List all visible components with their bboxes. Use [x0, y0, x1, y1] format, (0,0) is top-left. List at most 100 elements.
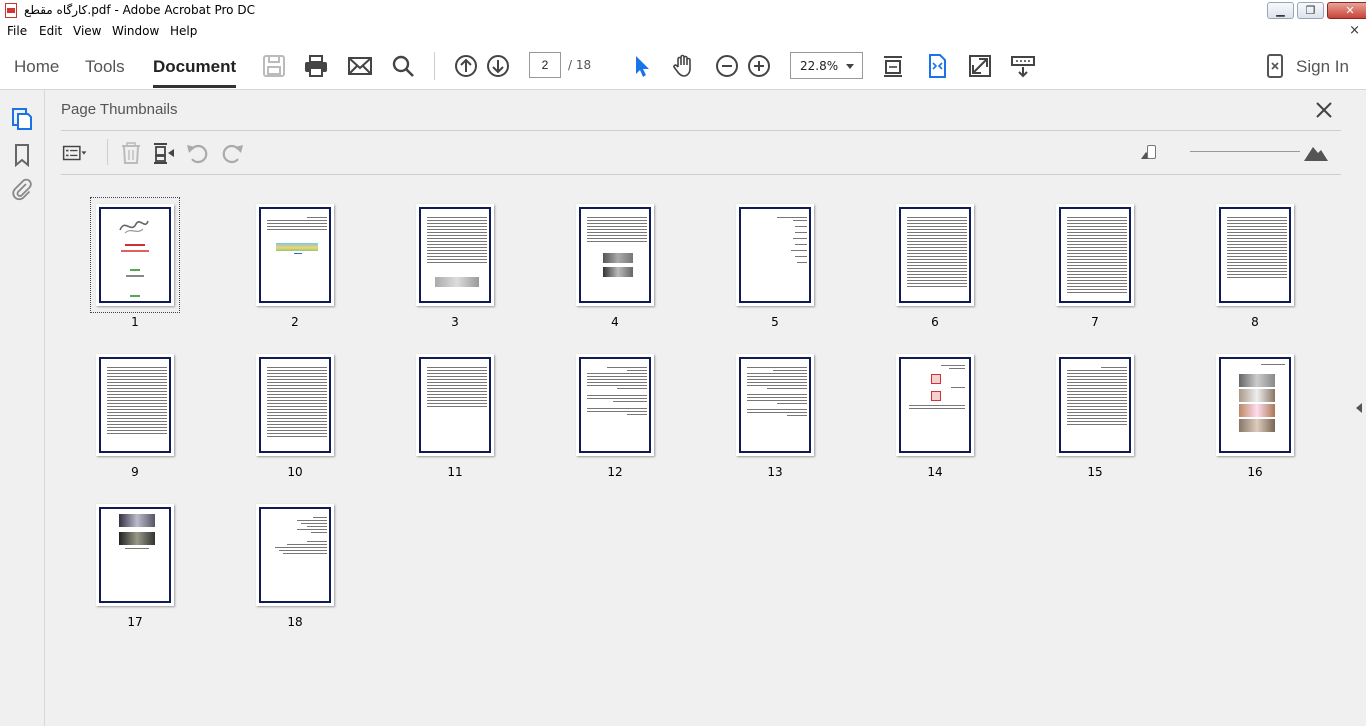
page-total-count: / 18	[568, 58, 592, 72]
page-text-lines	[107, 367, 167, 445]
zoom-out-icon[interactable]	[714, 53, 740, 79]
hand-tool-icon[interactable]	[671, 53, 697, 79]
next-page-icon[interactable]	[485, 53, 511, 79]
page-number-input[interactable]: 2	[529, 52, 561, 78]
rotate-counterclockwise-icon[interactable]	[185, 141, 211, 165]
menu-view[interactable]: View	[73, 24, 101, 38]
menu-help[interactable]: Help	[170, 24, 197, 38]
page-thumbnails-panel: Page Thumbnails 1 2 3 4 5 6 7 8 9 10 11 …	[45, 90, 1351, 726]
page-number-label: 4	[611, 315, 619, 329]
previous-page-icon[interactable]	[453, 53, 479, 79]
page-number-label: 8	[1251, 315, 1259, 329]
page-frame	[899, 357, 971, 453]
thumbnail-page-18[interactable]: 18	[250, 497, 340, 629]
menu-edit[interactable]: Edit	[39, 24, 62, 38]
menu-window[interactable]: Window	[112, 24, 159, 38]
scrolling-mode-icon[interactable]	[880, 53, 906, 79]
email-icon[interactable]	[347, 53, 373, 79]
tab-home[interactable]: Home	[14, 57, 59, 77]
thumbnail-page-11[interactable]: 11	[410, 347, 500, 479]
thumbnail-page-13[interactable]: 13	[730, 347, 820, 479]
thumbnail-page-17[interactable]: 17	[90, 497, 180, 629]
thumbnail-page-16[interactable]: 16	[1210, 347, 1300, 479]
subtitle-line	[121, 250, 149, 252]
page-frame	[1059, 357, 1131, 453]
title-line	[125, 244, 145, 246]
thumbnail-page-12[interactable]: 12	[570, 347, 660, 479]
page-preview	[96, 204, 174, 306]
thumbnail-page-3[interactable]: 3	[410, 197, 500, 329]
restore-button[interactable]: ❐	[1297, 2, 1324, 19]
page-frame	[579, 357, 651, 453]
thumbnail-page-10[interactable]: 10	[250, 347, 340, 479]
close-document-icon[interactable]: ×	[1349, 23, 1360, 38]
thumbnail-page-9[interactable]: 9	[90, 347, 180, 479]
page-photo	[119, 532, 155, 545]
thumbnail-page-4[interactable]: 4	[570, 197, 660, 329]
page-text-lines	[267, 217, 327, 295]
sign-in-button[interactable]: Sign In	[1261, 50, 1361, 82]
tab-document[interactable]: Document	[153, 57, 237, 88]
trash-icon[interactable]	[118, 141, 144, 165]
page-frame	[739, 207, 811, 303]
thumbnail-options-icon[interactable]	[62, 141, 88, 165]
panel-divider	[61, 174, 1341, 175]
close-window-button[interactable]: ✕	[1327, 2, 1366, 19]
thumbnail-page-8[interactable]: 8	[1210, 197, 1300, 329]
slider-handle[interactable]	[1147, 145, 1156, 159]
print-icon[interactable]	[303, 53, 329, 79]
close-panel-icon[interactable]	[1313, 99, 1335, 121]
bookmark-icon[interactable]	[10, 143, 34, 167]
page-text-lines	[587, 217, 647, 253]
page-preview	[96, 354, 174, 456]
page-text-lines	[907, 217, 967, 295]
page-frame	[99, 357, 171, 453]
navigation-pane	[0, 90, 45, 726]
thumbnail-page-6[interactable]: 6	[890, 197, 980, 329]
thumbnail-page-2[interactable]: 2	[250, 197, 340, 329]
attachment-icon[interactable]	[10, 178, 34, 202]
page-frame	[259, 357, 331, 453]
page-frame	[259, 207, 331, 303]
page-preview	[896, 204, 974, 306]
more-tools-icon[interactable]	[1010, 53, 1036, 79]
page-thumbnails-icon[interactable]	[10, 106, 34, 130]
select-cursor-icon[interactable]	[629, 53, 655, 79]
page-number-label: 11	[447, 465, 463, 479]
page-preview	[416, 354, 494, 456]
page-photo	[603, 253, 633, 263]
page-text-lines	[1067, 367, 1127, 445]
zoom-in-icon[interactable]	[746, 53, 772, 79]
thumbnail-page-5[interactable]: 5	[730, 197, 820, 329]
page-preview	[416, 204, 494, 306]
calligraphy-logo-icon	[119, 220, 149, 234]
thumbnail-page-1[interactable]: 1	[90, 197, 180, 329]
page-number-label: 12	[607, 465, 623, 479]
full-screen-icon[interactable]	[967, 53, 993, 79]
rotate-clockwise-icon[interactable]	[219, 141, 245, 165]
page-preview	[1216, 354, 1294, 456]
page-frame	[1219, 207, 1291, 303]
thumbnail-page-14[interactable]: 14	[890, 347, 980, 479]
page-frame	[99, 507, 171, 603]
minimize-button[interactable]: ▁	[1267, 2, 1294, 19]
page-photo	[435, 277, 479, 287]
page-frame	[419, 207, 491, 303]
zoom-level-value: 22.8%	[800, 59, 839, 73]
fit-page-icon[interactable]	[924, 53, 950, 79]
page-number-label: 2	[291, 315, 299, 329]
tab-tools[interactable]: Tools	[85, 57, 125, 77]
large-thumbnail-icon[interactable]	[1303, 142, 1329, 162]
insert-pages-icon[interactable]	[151, 141, 177, 165]
search-icon[interactable]	[390, 53, 416, 79]
page-photo	[1239, 404, 1275, 417]
menu-file[interactable]: File	[7, 24, 27, 38]
zoom-level-select[interactable]: 22.8%	[790, 52, 863, 79]
thumbnail-size-slider[interactable]	[1140, 142, 1330, 166]
page-frame	[1059, 207, 1131, 303]
page-preview	[96, 504, 174, 606]
thumbnail-page-7[interactable]: 7	[1050, 197, 1140, 329]
expand-right-pane-icon[interactable]	[1356, 403, 1362, 413]
save-icon[interactable]	[261, 53, 287, 79]
thumbnail-page-15[interactable]: 15	[1050, 347, 1140, 479]
